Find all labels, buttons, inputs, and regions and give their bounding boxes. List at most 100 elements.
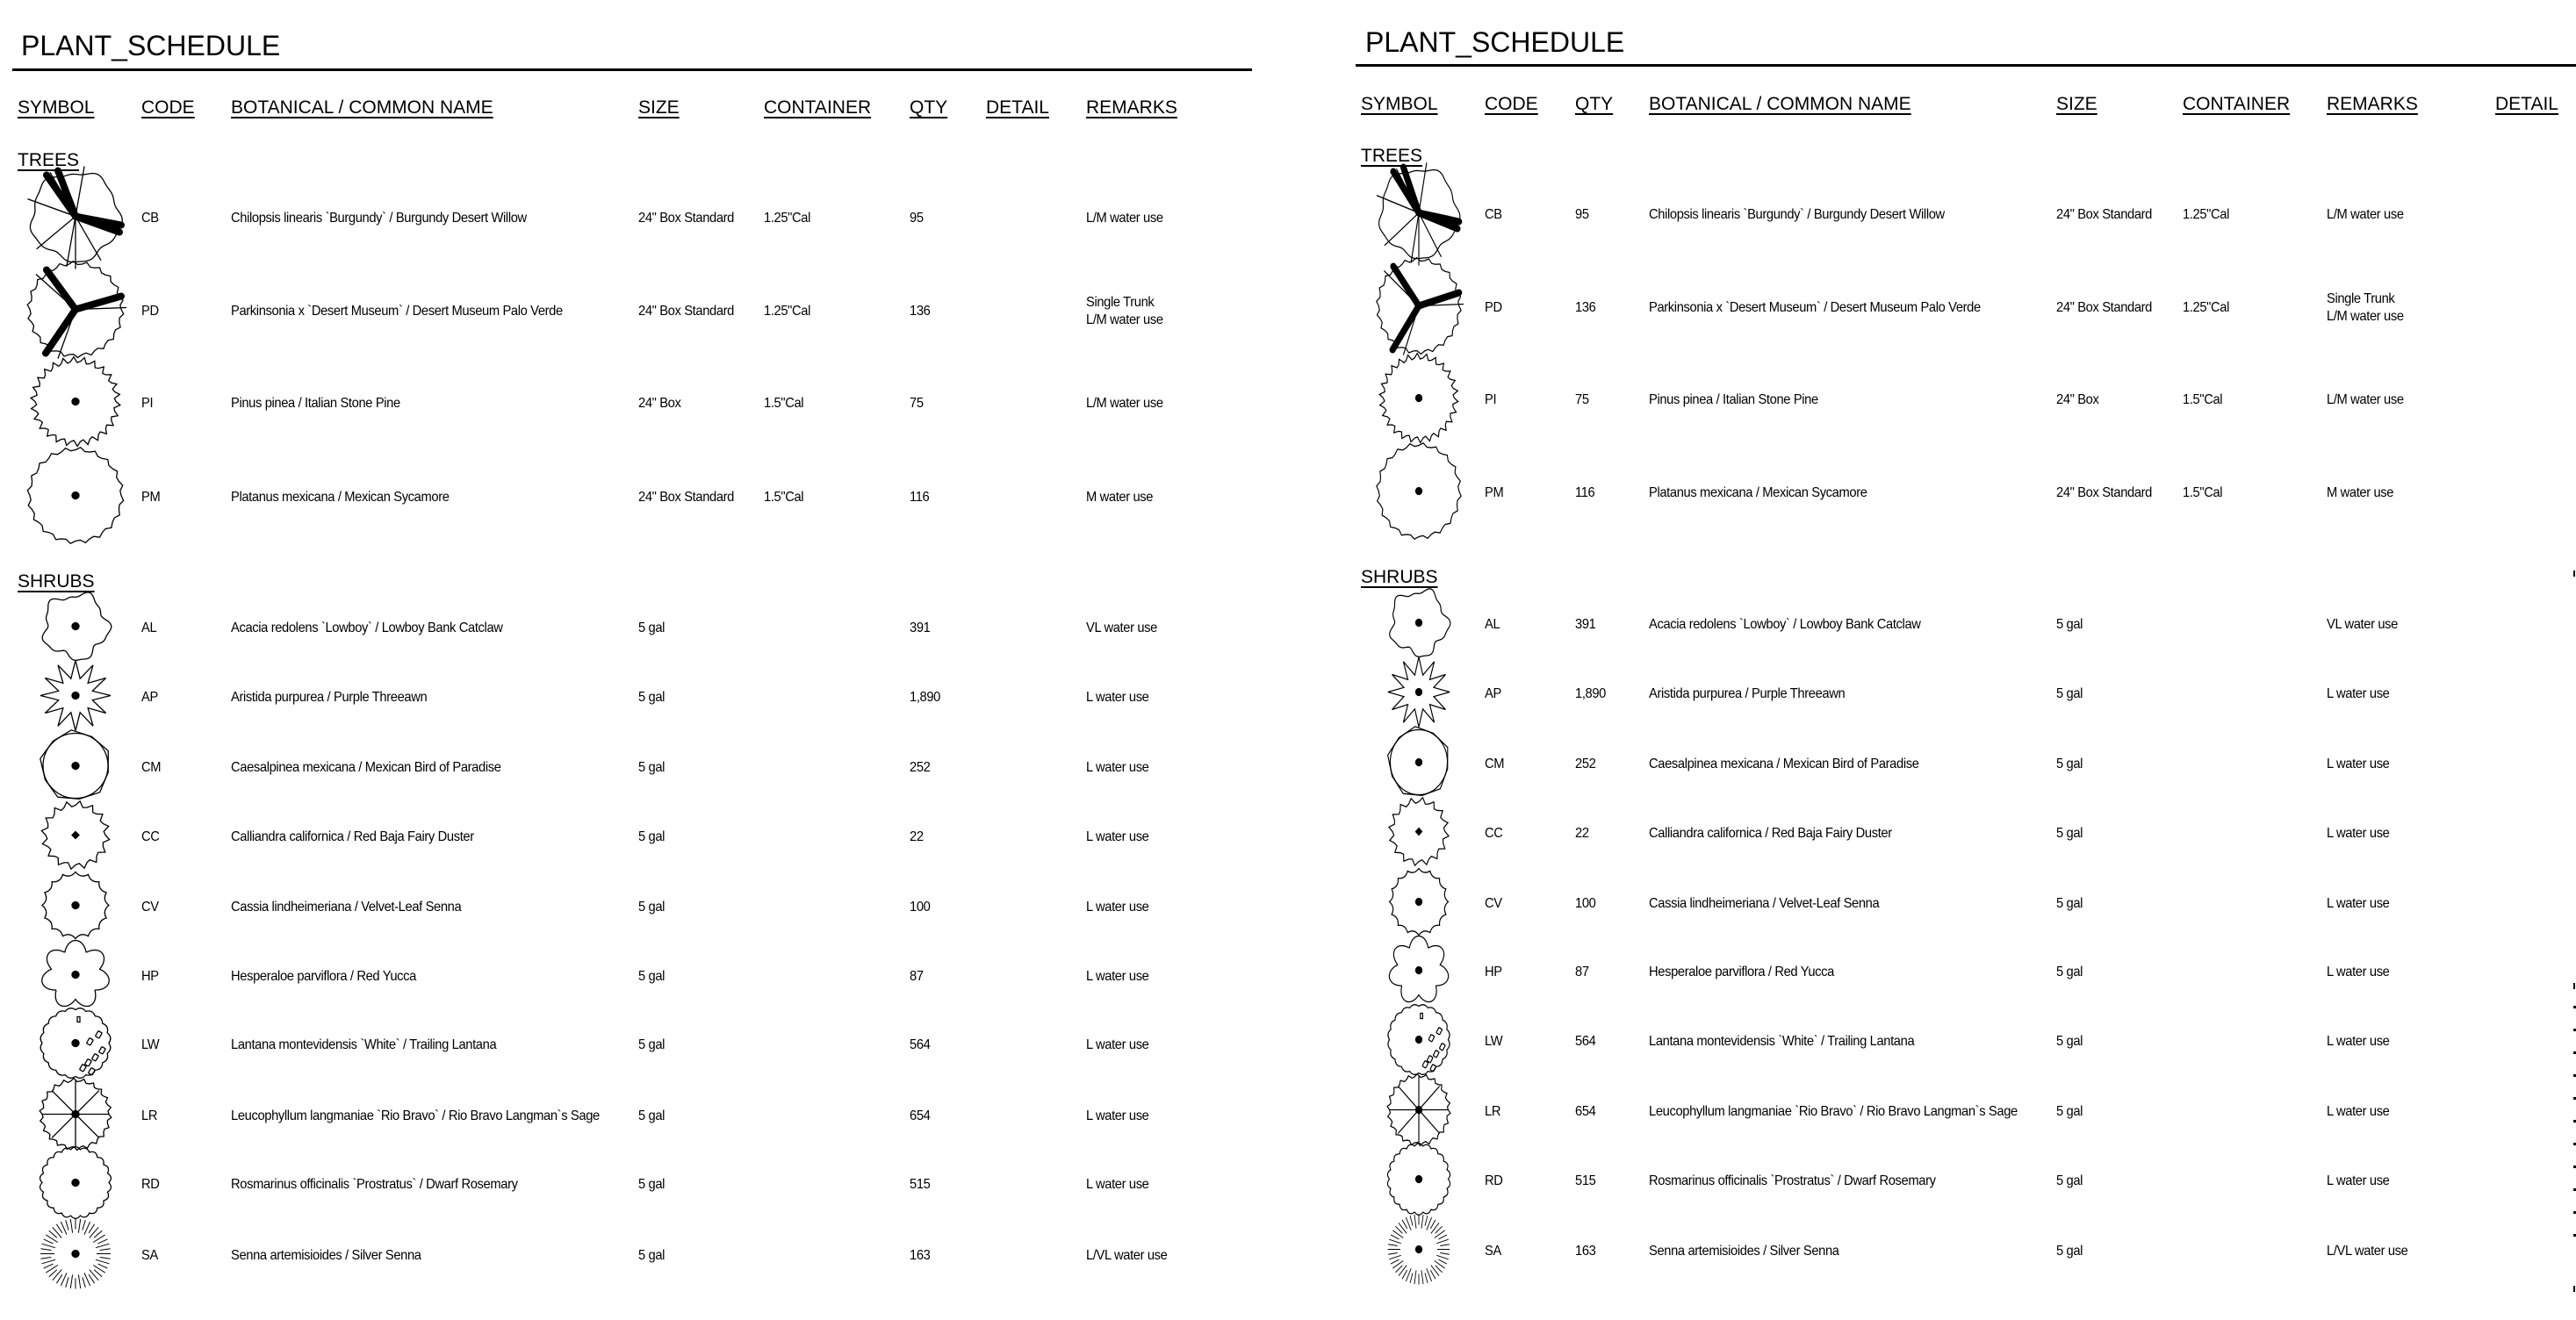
threeawn-star-icon <box>1382 656 1456 734</box>
remarks-line: L water use <box>1086 690 1149 705</box>
cell-remarks: L water use <box>2327 1103 2390 1121</box>
cell-container: 1.5"Cal <box>2183 485 2223 500</box>
column-header-container: CONTAINER <box>764 97 872 118</box>
cell-code: PI <box>141 396 154 411</box>
remarks-line: Single Trunk <box>2327 291 2395 306</box>
cell-qty: 654 <box>910 1108 931 1123</box>
catclaw-shrub-icon <box>1382 586 1456 664</box>
title-rule <box>1356 64 2576 67</box>
cell-qty: 391 <box>1575 617 1596 632</box>
cell-container: 1.5"Cal <box>764 396 804 411</box>
cell-name: Chilopsis linearis `Burgundy` / Burgundy… <box>231 211 527 226</box>
cell-size: 5 gal <box>638 1108 666 1123</box>
cell-code: LR <box>141 1108 158 1123</box>
cell-size: 24" Box Standard <box>638 211 735 226</box>
cell-qty: 95 <box>910 211 924 226</box>
cell-name: Rosmarinus officinalis `Prostratus` / Dw… <box>1649 1173 1936 1188</box>
cell-size: 24" Box Standard <box>638 304 735 319</box>
remarks-line: L water use <box>1086 1177 1149 1192</box>
cell-remarks: M water use <box>1086 489 1153 506</box>
cell-qty: 564 <box>1575 1034 1596 1049</box>
cell-code: PM <box>141 490 161 505</box>
cell-size: 24" Box Standard <box>2056 485 2153 500</box>
cell-name: Aristida purpurea / Purple Threeawn <box>231 690 428 705</box>
cell-remarks: L water use <box>1086 689 1149 707</box>
column-header-remarks: REMARKS <box>1086 97 1177 118</box>
plant-schedule-left: PLANT_SCHEDULE SYMBOL CODE BOTANICAL / COM… <box>0 0 1264 1320</box>
cell-remarks: VL water use <box>1086 620 1157 637</box>
cell-remarks: L water use <box>1086 968 1149 986</box>
cell-size: 5 gal <box>2056 1104 2083 1119</box>
cell-name: Lantana montevidensis `White` / Trailing… <box>231 1037 497 1052</box>
column-header-detail: DETAIL <box>986 97 1049 118</box>
cell-size: 5 gal <box>2056 1244 2083 1259</box>
cell-qty: 136 <box>910 304 931 319</box>
cell-name: Calliandra californica / Red Baja Fairy … <box>1649 826 1892 841</box>
remarks-line: L water use <box>1086 1037 1149 1052</box>
cell-qty: 1,890 <box>1575 686 1607 701</box>
cell-qty: 564 <box>910 1037 931 1052</box>
cell-container: 1.5"Cal <box>764 490 804 505</box>
cell-remarks: L/M water use <box>1086 395 1163 412</box>
remarks-line: L/VL water use <box>2327 1244 2408 1259</box>
threeawn-star-icon <box>39 659 112 737</box>
column-header-detail: DETAIL <box>2495 94 2558 114</box>
cell-name: Aristida purpurea / Purple Threeawn <box>1649 686 1846 701</box>
cell-remarks: L water use <box>1086 829 1149 846</box>
cell-qty: 100 <box>910 900 931 915</box>
cell-remarks: VL water use <box>2327 616 2398 634</box>
remarks-line: L water use <box>2327 1173 2390 1188</box>
cell-size: 5 gal <box>2056 826 2083 841</box>
cell-qty: 75 <box>910 396 924 411</box>
title-rule <box>12 68 1252 71</box>
cell-size: 5 gal <box>638 1177 666 1192</box>
cell-name: Leucophyllum langmaniae `Rio Bravo` / Ri… <box>231 1108 600 1123</box>
cell-qty: 22 <box>1575 826 1589 841</box>
remarks-line: L/M water use <box>1086 211 1163 226</box>
cell-code: CM <box>1485 757 1505 771</box>
plant-schedule-right: PLANT_SCHEDULE SYMBOL CODE QTY BOTANICAL / … <box>1343 0 2576 1320</box>
remarks-line: M water use <box>2327 485 2394 500</box>
cell-name: Cassia lindheimeriana / Velvet-Leaf Senn… <box>1649 896 1880 911</box>
cell-qty: 87 <box>910 969 924 984</box>
cell-code: CV <box>1485 896 1502 911</box>
cell-name: Platanus mexicana / Mexican Sycamore <box>1649 485 1867 500</box>
column-header-code: CODE <box>141 97 195 118</box>
cell-remarks: L water use <box>2327 964 2390 981</box>
cell-name: Acacia redolens `Lowboy` / Lowboy Bank C… <box>231 621 503 635</box>
catclaw-shrub-icon <box>39 590 112 668</box>
cell-remarks: L water use <box>1086 1176 1149 1194</box>
senna-scalloped-shrub-icon <box>39 869 112 947</box>
cell-code: CB <box>141 211 159 226</box>
cell-size: 5 gal <box>638 829 666 844</box>
column-header-code: CODE <box>1485 94 1538 114</box>
silver-senna-radial-icon <box>1382 1213 1456 1291</box>
remarks-line: L water use <box>2327 965 2390 979</box>
cell-size: 5 gal <box>638 690 666 705</box>
column-header-name: BOTANICAL / COMMON NAME <box>231 97 493 118</box>
cell-remarks: L water use <box>2327 1033 2390 1051</box>
cell-remarks: L water use <box>1086 1037 1149 1054</box>
cell-code: CB <box>1485 207 1502 222</box>
column-header-remarks: REMARKS <box>2327 94 2418 114</box>
edge-mark <box>2573 570 2575 577</box>
cell-qty: 116 <box>910 490 930 505</box>
remarks-line: L/M water use <box>2327 392 2404 407</box>
cell-code: CC <box>141 829 160 844</box>
cell-name: Caesalpinea mexicana / Mexican Bird of P… <box>231 760 501 775</box>
cell-size: 5 gal <box>2056 757 2083 771</box>
cell-container: 1.25"Cal <box>764 304 811 319</box>
remarks-line: L water use <box>2327 686 2390 701</box>
cell-remarks: L/VL water use <box>2327 1243 2408 1260</box>
edge-mark <box>2573 983 2575 989</box>
cell-name: Lantana montevidensis `White` / Trailing… <box>1649 1034 1915 1049</box>
section-shrubs: SHRUBS <box>1361 567 1438 587</box>
cell-qty: 163 <box>1575 1244 1596 1259</box>
cell-qty: 654 <box>1575 1104 1596 1119</box>
cell-code: CM <box>141 760 162 775</box>
bird-of-paradise-shrub-icon <box>39 729 112 807</box>
cell-remarks: L water use <box>1086 759 1149 777</box>
cell-container: 1.5"Cal <box>2183 392 2223 407</box>
remarks-line: L water use <box>2327 826 2390 841</box>
remarks-line: L water use <box>2327 1034 2390 1049</box>
